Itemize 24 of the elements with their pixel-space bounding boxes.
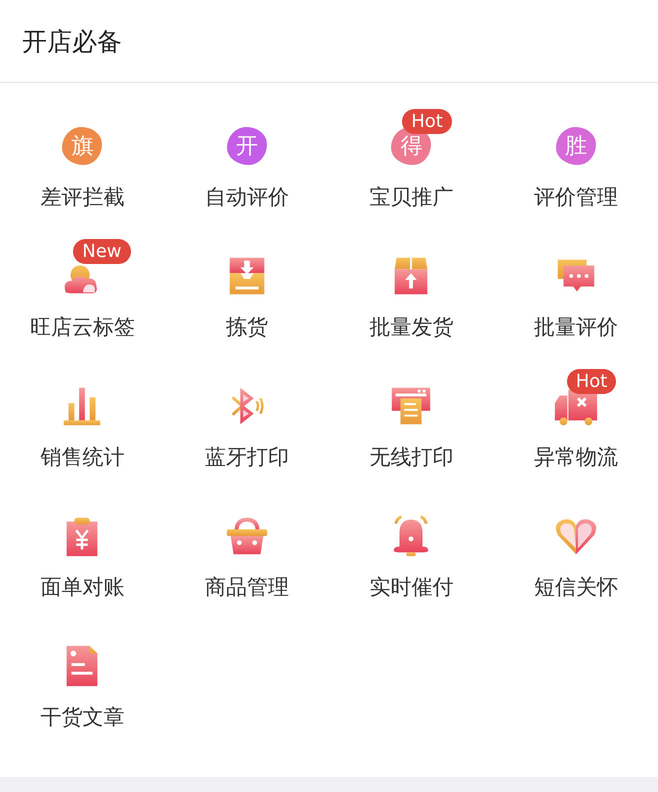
tool-label[interactable]: 自动评价 [204,183,289,211]
tool-label[interactable]: 差评拦截 [40,183,124,211]
tool-label[interactable]: 拣货 [226,313,268,341]
section-title: 开店必备 [22,26,122,58]
tool-label[interactable]: 短信关怀 [534,573,618,601]
badge: Hot [402,109,452,134]
glyph-icon: 旗 [62,127,102,165]
tool-label[interactable]: 旺店云标签 [30,313,135,341]
tool-label[interactable]: 无线打印 [369,443,454,471]
glyph-icon: 开 [226,127,267,165]
tool-label[interactable]: 面单对账 [40,573,124,601]
tool-label[interactable]: 评价管理 [534,183,618,211]
badge: New [73,239,131,264]
tool-label[interactable]: 宝贝推广 [369,183,454,211]
tool-label[interactable]: 实时催付 [369,573,454,601]
tool-label[interactable]: 商品管理 [204,573,289,601]
badge: Hot [566,369,616,394]
tool-label[interactable]: 异常物流 [534,443,618,471]
tool-label[interactable]: 批量评价 [534,313,618,341]
glyph-icon: 胜 [556,127,596,165]
tool-label[interactable]: 批量发货 [369,313,454,341]
tool-label[interactable]: 蓝牙打印 [204,443,289,471]
tool-label[interactable]: 销售统计 [40,443,124,471]
tool-label[interactable]: 干货文章 [40,703,124,731]
